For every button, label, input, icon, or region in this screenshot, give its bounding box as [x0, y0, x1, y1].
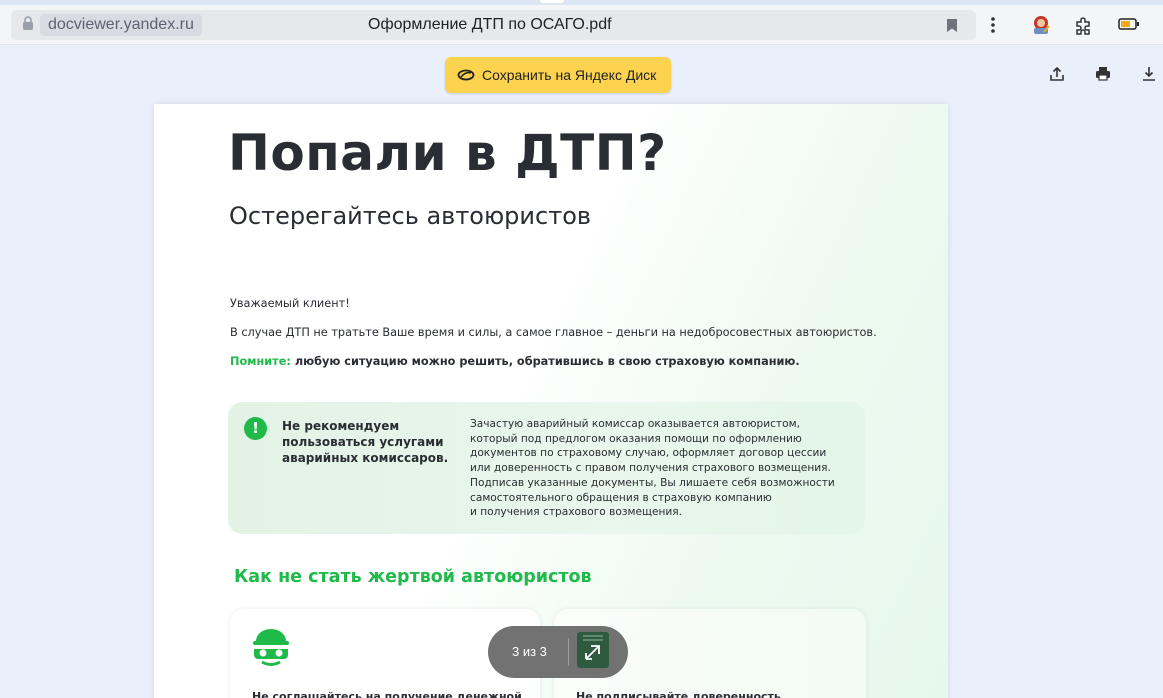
fullscreen-button[interactable]: [577, 632, 609, 668]
domain-chip[interactable]: docviewer.yandex.ru: [40, 14, 202, 36]
share-icon[interactable]: [1049, 66, 1065, 82]
address-bar: docviewer.yandex.ru Оформление ДТП по ОС…: [0, 5, 1163, 45]
exclamation-icon: !: [244, 417, 267, 440]
warning-line: документов по страховому случаю, оформля…: [470, 447, 827, 460]
burglar-mask-icon: [253, 629, 289, 666]
warning-text: Зачастую аварийный комиссар оказывается …: [470, 417, 860, 520]
warning-line: самостоятельного обращения в страховую к…: [470, 491, 772, 504]
tab-title: Оформление ДТП по ОСАГО.pdf: [368, 16, 612, 33]
section-title: Как не стать жертвой автоюристов: [234, 567, 592, 587]
document-subtitle: Остерегайтесь автоюристов: [229, 202, 592, 230]
remember-line: Помните: любую ситуацию можно решить, об…: [230, 355, 800, 368]
warning-line: Зачастую аварийный комиссар оказывается …: [470, 418, 800, 430]
save-to-yandex-disk-button[interactable]: Сохранить на Яндекс Диск: [445, 57, 671, 93]
expand-icon: [583, 635, 603, 660]
remember-label: Помните:: [230, 355, 291, 368]
warning-line: и получения страхового возмещения.: [470, 506, 683, 519]
bookmark-icon[interactable]: [946, 18, 958, 33]
battery-icon: [1118, 18, 1139, 30]
warning-line: Подписав указанные документы, Вы лишаете…: [470, 476, 835, 489]
yandex-disk-icon: [457, 69, 475, 81]
paragraph-1: В случае ДТП не тратьте Ваше время и сил…: [230, 326, 877, 339]
document-title: Попали в ДТП?: [228, 124, 667, 182]
remember-text: любую ситуацию можно решить, обратившись…: [290, 355, 800, 368]
viewer-toolbar: Сохранить на Яндекс Диск: [0, 46, 1163, 104]
more-vert-icon[interactable]: [990, 16, 996, 34]
lock-icon[interactable]: [22, 16, 34, 30]
tip-card-title: Не подписывайте доверенность: [576, 690, 781, 698]
warning-box: ! Не рекомендуем пользоваться услугами а…: [228, 402, 865, 534]
active-tab-indicator: [540, 0, 564, 3]
pager-divider: [568, 638, 569, 666]
warning-title: Не рекомендуем пользоваться услугами ава…: [282, 419, 449, 465]
download-icon[interactable]: [1142, 66, 1156, 82]
puzzle-icon[interactable]: [1074, 16, 1094, 36]
pdf-page: Попали в ДТП? Остерегайтесь автоюристов …: [154, 104, 948, 698]
extension-avatar-icon[interactable]: [1030, 14, 1052, 36]
warning-line: или доверенность с правом получения стра…: [470, 462, 831, 475]
warning-line: который под предлогом оказания помощи по…: [470, 432, 802, 445]
greeting: Уважаемый клиент!: [230, 297, 350, 310]
save-button-label: Сохранить на Яндекс Диск: [482, 67, 657, 83]
tip-card-title: Не соглашайтесь на получение денежной: [252, 690, 522, 698]
page-counter-text: 3 из 3: [512, 644, 547, 659]
page-counter: 3 из 3: [488, 626, 628, 678]
print-icon[interactable]: [1095, 66, 1111, 82]
